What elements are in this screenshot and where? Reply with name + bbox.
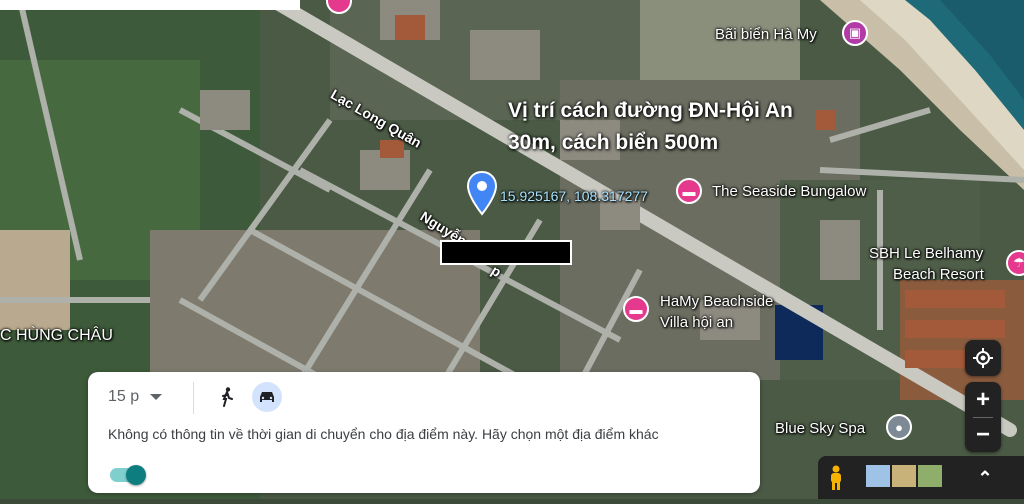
travel-time-card: 15 p Không có thông tin về thời gian di …: [88, 372, 760, 493]
toggle-knob[interactable]: [126, 465, 146, 485]
place-label-seaside-bungalow[interactable]: The Seaside Bungalow: [712, 183, 866, 200]
annotation-text-line2: 30m, cách biển 500m: [508, 131, 719, 154]
place-label-sbh-line2[interactable]: Beach Resort: [893, 266, 984, 283]
camera-icon[interactable]: ▣: [842, 20, 868, 46]
hotel-icon[interactable]: ▬: [623, 296, 649, 322]
divider: [973, 417, 993, 418]
location-pin-icon[interactable]: [466, 170, 498, 216]
chevron-down-icon[interactable]: [150, 394, 162, 400]
walk-icon[interactable]: [216, 384, 238, 410]
pegman-icon[interactable]: [828, 465, 844, 491]
travel-time-select[interactable]: 15 p: [108, 388, 139, 406]
map-layers-icon[interactable]: [866, 465, 944, 487]
pin-coordinates: 15.925167, 108.317277: [500, 188, 648, 204]
place-label-hamy-line1[interactable]: HaMy Beachside: [660, 293, 773, 310]
annotation-text-line1: Vị trí cách đường ĐN-Hội An: [508, 99, 793, 122]
place-label-bai-bien-ha-my[interactable]: Bãi biển Hà My: [715, 26, 817, 43]
zoom-control: + −: [965, 382, 1001, 452]
zoom-out-button[interactable]: −: [965, 417, 1001, 452]
redaction-box: [440, 240, 572, 265]
place-label-blue-sky-spa[interactable]: Blue Sky Spa: [775, 420, 865, 437]
place-label-sbh-line1[interactable]: SBH Le Belhamy: [869, 245, 983, 262]
place-label-hamy-line2[interactable]: Villa hội an: [660, 314, 733, 331]
travel-info-message: Không có thông tin về thời gian di chuyể…: [108, 426, 659, 442]
crosshair-icon: [973, 348, 993, 368]
my-location-button[interactable]: [965, 340, 1001, 376]
area-label-hung-chau: C HÙNG CHÂU: [0, 327, 113, 344]
chevron-up-icon[interactable]: ⌃: [970, 464, 1000, 492]
divider: [193, 382, 194, 414]
hotel-icon[interactable]: ▬: [676, 178, 702, 204]
car-icon[interactable]: [252, 382, 282, 412]
zoom-in-button[interactable]: +: [965, 382, 1001, 417]
bottom-toolbar: ⌃: [818, 456, 1024, 499]
spa-icon[interactable]: ●: [886, 414, 912, 440]
